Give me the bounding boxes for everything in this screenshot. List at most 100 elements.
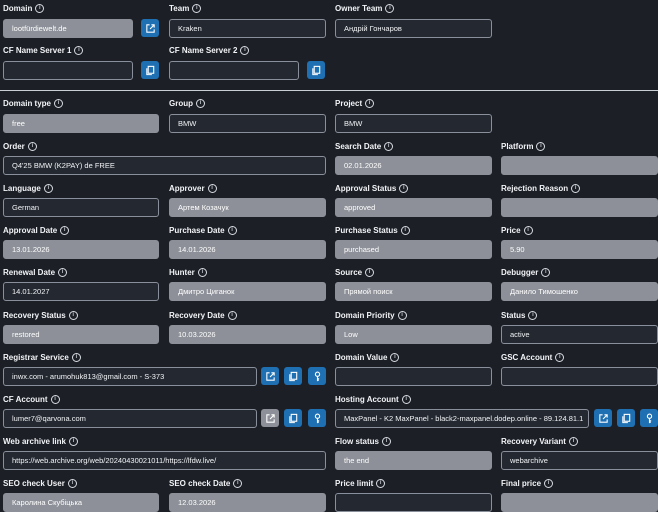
info-icon[interactable]: i	[400, 226, 410, 235]
info-icon[interactable]: i	[71, 353, 81, 362]
cf-name-server-2-field[interactable]	[169, 61, 299, 80]
approval-date-field: 13.01.2026	[3, 240, 159, 259]
domain-label: Domain i	[3, 4, 45, 13]
cf-account-key-button[interactable]	[308, 409, 326, 427]
project-field[interactable]: BMW	[335, 114, 492, 133]
info-icon[interactable]: i	[399, 184, 409, 193]
info-icon[interactable]: i	[54, 99, 64, 108]
approver-label: Approver i	[169, 184, 217, 193]
web-archive-link-field[interactable]: https://web.archive.org/web/202404300210…	[3, 451, 326, 470]
info-icon[interactable]: i	[382, 437, 392, 446]
info-icon[interactable]: i	[233, 479, 243, 488]
info-icon[interactable]: i	[541, 268, 551, 277]
info-icon[interactable]: i	[50, 395, 60, 404]
info-icon[interactable]: i	[397, 311, 407, 320]
price-label: Price i	[501, 226, 533, 235]
info-icon[interactable]: i	[60, 226, 70, 235]
hosting-key-button[interactable]	[640, 409, 658, 427]
purchase-status-field: purchased	[335, 240, 492, 259]
cf-account-copy-button[interactable]	[284, 409, 302, 427]
cf-ns2-copy-button[interactable]	[307, 61, 325, 79]
info-icon[interactable]: i	[68, 311, 78, 320]
gsc-account-field[interactable]	[501, 367, 658, 386]
search-date-field: 02.01.2026	[335, 156, 492, 175]
rejection-reason-field	[501, 198, 658, 217]
hosting-account-label: Hosting Account i	[335, 395, 411, 404]
debugger-field: Данило Тимошенко	[501, 282, 658, 301]
info-icon[interactable]: i	[196, 99, 205, 108]
seo-check-date-field: 12.03.2026	[169, 493, 326, 512]
hosting-copy-button[interactable]	[617, 409, 635, 427]
info-icon[interactable]: i	[365, 268, 375, 277]
rejection-reason-label: Rejection Reason i	[501, 184, 581, 193]
gsc-account-label: GSC Account i	[501, 353, 565, 362]
platform-field	[501, 156, 658, 175]
domain-value-field[interactable]	[335, 367, 492, 386]
info-icon[interactable]: i	[67, 479, 77, 488]
cf-name-server-1-field[interactable]	[3, 61, 133, 80]
info-icon[interactable]: i	[58, 268, 68, 277]
recovery-status-field: restored	[3, 325, 159, 344]
info-icon[interactable]: i	[523, 226, 533, 235]
info-icon[interactable]: i	[544, 479, 554, 488]
info-icon[interactable]: i	[240, 46, 250, 55]
section-divider	[0, 90, 658, 91]
order-field[interactable]: Q4'25 BMW (K2PAY) de FREE	[3, 156, 326, 175]
team-field[interactable]: Kraken	[169, 19, 326, 38]
copy-icon	[621, 413, 630, 423]
info-icon[interactable]: i	[376, 479, 386, 488]
search-date-label: Search Date i	[335, 142, 394, 151]
info-icon[interactable]: i	[365, 99, 375, 108]
registrar-service-field[interactable]: inwx.com - arumohuk813@gmail.com - S-373	[3, 367, 257, 386]
info-icon[interactable]: i	[192, 4, 202, 13]
cf-ns1-copy-button[interactable]	[141, 61, 159, 79]
language-field[interactable]: German	[3, 198, 159, 217]
approval-date-label: Approval Date i	[3, 226, 70, 235]
info-icon[interactable]: i	[69, 437, 78, 446]
registrar-copy-button[interactable]	[284, 367, 302, 385]
info-icon[interactable]: i	[197, 268, 207, 277]
info-icon[interactable]: i	[555, 353, 565, 362]
owner-team-label: Owner Team i	[335, 4, 395, 13]
domain-type-field: free	[3, 114, 159, 133]
info-icon[interactable]: i	[207, 184, 217, 193]
hunter-label: Hunter i	[169, 268, 207, 277]
language-label: Language i	[3, 184, 53, 193]
info-icon[interactable]: i	[35, 4, 45, 13]
approval-status-field: approved	[335, 198, 492, 217]
cf-account-field[interactable]: lumer7@qarvona.com	[3, 409, 257, 428]
registrar-key-button[interactable]	[308, 367, 326, 385]
domain-open-button[interactable]	[141, 19, 159, 37]
info-icon[interactable]: i	[385, 4, 395, 13]
final-price-field	[501, 493, 658, 512]
group-field[interactable]: BMW	[169, 114, 326, 133]
owner-team-field[interactable]: Андрій Гончаров	[335, 19, 492, 38]
price-limit-field[interactable]	[335, 493, 492, 512]
hosting-account-field[interactable]: MaxPanel - K2 MaxPanel - black2-maxpanel…	[335, 409, 589, 428]
flow-status-field: the end	[335, 451, 492, 470]
info-icon[interactable]: i	[27, 142, 37, 151]
key-icon	[646, 413, 652, 423]
web-archive-link-label: Web archive link i	[3, 437, 78, 446]
hosting-open-button[interactable]	[594, 409, 612, 427]
renewal-date-field[interactable]: 14.01.2027	[3, 282, 159, 301]
key-icon	[314, 371, 320, 381]
info-icon[interactable]: i	[568, 437, 578, 446]
cf-account-open-button[interactable]	[261, 409, 279, 427]
info-icon[interactable]: i	[227, 226, 237, 235]
recovery-status-label: Recovery Status i	[3, 311, 78, 320]
domain-field: lootfürdiewelt.de	[3, 19, 133, 38]
info-icon[interactable]: i	[43, 184, 53, 193]
platform-label: Platform i	[501, 142, 546, 151]
info-icon[interactable]: i	[401, 395, 411, 404]
info-icon[interactable]: i	[536, 142, 546, 151]
info-icon[interactable]: i	[528, 311, 538, 320]
registrar-open-button[interactable]	[261, 367, 279, 385]
info-icon[interactable]: i	[390, 353, 400, 362]
info-icon[interactable]: i	[74, 46, 84, 55]
recovery-variant-field[interactable]: webarchive	[501, 451, 658, 470]
status-field[interactable]: active	[501, 325, 658, 344]
info-icon[interactable]: i	[384, 142, 394, 151]
info-icon[interactable]: i	[571, 184, 581, 193]
info-icon[interactable]: i	[227, 311, 237, 320]
